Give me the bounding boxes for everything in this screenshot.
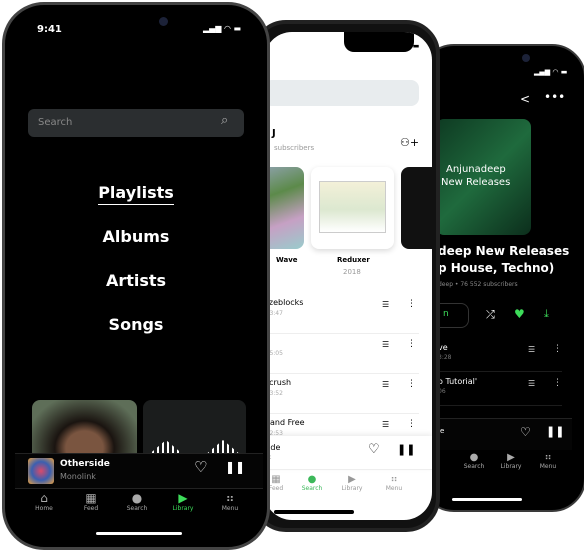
mini-player[interactable]: Otherside Monolink ♡ ❚❚: [15, 453, 263, 489]
nav-library[interactable]: ▶ Library: [167, 491, 199, 512]
menu-songs[interactable]: Songs: [5, 315, 267, 359]
pause-icon[interactable]: ❚❚: [225, 460, 245, 474]
track-row[interactable]: ve 3:28 ☰ ⋮: [422, 340, 562, 372]
add-to-queue-icon[interactable]: ☰: [528, 345, 535, 354]
search-input[interactable]: Search ⌕: [28, 109, 244, 137]
artist-name: J: [272, 128, 276, 139]
track-row[interactable]: o Tutorial' 06 ☰ ⋮: [422, 374, 562, 406]
add-to-queue-icon[interactable]: ☰: [382, 380, 389, 389]
follow-icon[interactable]: ⚇+: [400, 136, 419, 149]
album-year: 2018: [343, 268, 361, 276]
pause-icon[interactable]: ❚❚: [546, 425, 564, 438]
more-vertical-icon[interactable]: ⋮: [553, 344, 562, 354]
nav-library[interactable]: ▶ Library: [498, 452, 524, 470]
search-bar[interactable]: [264, 80, 419, 106]
nav-search[interactable]: ● Search: [121, 491, 153, 512]
add-to-queue-icon[interactable]: ☰: [382, 420, 389, 429]
album-card[interactable]: [401, 167, 432, 249]
heart-icon[interactable]: ♡: [368, 442, 380, 457]
middle-phone: ▂▄▆ ◠ ▬ J subscribers ⚇+ Wave Reduxer 20…: [252, 20, 440, 532]
cover-title: Anjunadeep: [446, 164, 506, 175]
album-title: Wave: [276, 256, 298, 264]
track-row[interactable]: dcrush • 3:52 ☰ ⋮: [264, 374, 419, 414]
right-phone: ▂▄▆ ◠ ▬ < ••• Anjunadeep New Releases de…: [420, 44, 584, 512]
add-to-queue-icon[interactable]: ☰: [382, 300, 389, 309]
nav-home[interactable]: ⌂ Home: [29, 491, 59, 512]
playlist-subtitle: deep • 76 552 subscribers: [438, 281, 518, 288]
track-row[interactable]: ezeblocks • 3:47 ☰ ⋮: [264, 294, 419, 334]
heart-icon[interactable]: ♡: [194, 458, 207, 476]
menu-playlists[interactable]: Playlists: [5, 183, 267, 227]
playlist-title: deep New Releases: [438, 244, 570, 258]
playlist-card[interactable]: [32, 400, 137, 460]
pause-icon[interactable]: ❚❚: [397, 443, 415, 456]
player-artist: Monolink: [60, 472, 96, 481]
status-time: 9:41: [37, 24, 62, 35]
nav-library[interactable]: ▶ Library: [338, 474, 366, 492]
share-icon[interactable]: <: [520, 92, 530, 106]
track-row[interactable]: • 5:05 ☰ ⋮: [264, 334, 419, 374]
search-icon: ⌕: [221, 113, 229, 128]
nav-menu[interactable]: ⠶ Menu: [536, 452, 560, 470]
more-vertical-icon[interactable]: ⋮: [407, 419, 416, 429]
shuffle-icon[interactable]: ⤮: [486, 308, 495, 322]
left-phone: 9:41 ▂▄▆ ◠ ▬ Search ⌕ Playlists Albums A…: [2, 2, 270, 550]
album-card[interactable]: [311, 167, 394, 249]
menu-artists[interactable]: Artists: [5, 271, 267, 315]
download-icon[interactable]: ⤓: [544, 307, 549, 321]
add-to-queue-icon[interactable]: ☰: [382, 340, 389, 349]
album-card[interactable]: [264, 167, 304, 249]
playlist-title-2: p House, Techno): [438, 261, 555, 275]
status-icons: ▂▄▆ ◠ ▬: [534, 68, 568, 76]
more-icon[interactable]: •••: [544, 90, 565, 104]
more-vertical-icon[interactable]: ⋮: [553, 378, 562, 388]
nav-search[interactable]: ● Search: [462, 452, 486, 470]
nav-feed[interactable]: ▦ Feed: [76, 491, 106, 512]
status-icons: ▂▄▆ ◠ ▬: [203, 24, 242, 33]
menu-albums[interactable]: Albums: [5, 227, 267, 271]
mini-player[interactable]: le ♡ ❚❚: [422, 418, 572, 450]
player-title: Otherside: [60, 459, 110, 469]
subscriber-count: subscribers: [274, 144, 315, 152]
nav-search[interactable]: ● Search: [298, 474, 326, 492]
heart-icon[interactable]: ♡: [520, 425, 531, 439]
heart-filled-icon[interactable]: ♥: [514, 307, 525, 321]
album-title: Reduxer: [337, 256, 370, 264]
cover-title-2: New Releases: [441, 177, 511, 188]
nav-menu[interactable]: ⠶ Menu: [215, 491, 245, 512]
mini-player[interactable]: side nk ♡ ❚❚: [264, 436, 432, 470]
more-vertical-icon[interactable]: ⋮: [407, 339, 416, 349]
playlist-card[interactable]: [143, 400, 246, 460]
library-menu: Playlists Albums Artists Songs: [5, 183, 267, 359]
nav-menu[interactable]: ⠶ Menu: [382, 474, 406, 492]
album-art: [28, 458, 54, 484]
track-row[interactable]: Hand Free • 2:53 ☰ ⋮: [264, 414, 419, 438]
more-vertical-icon[interactable]: ⋮: [407, 299, 416, 309]
add-to-queue-icon[interactable]: ☰: [528, 379, 535, 388]
more-vertical-icon[interactable]: ⋮: [407, 379, 416, 389]
playlist-cover: Anjunadeep New Releases: [436, 119, 531, 235]
